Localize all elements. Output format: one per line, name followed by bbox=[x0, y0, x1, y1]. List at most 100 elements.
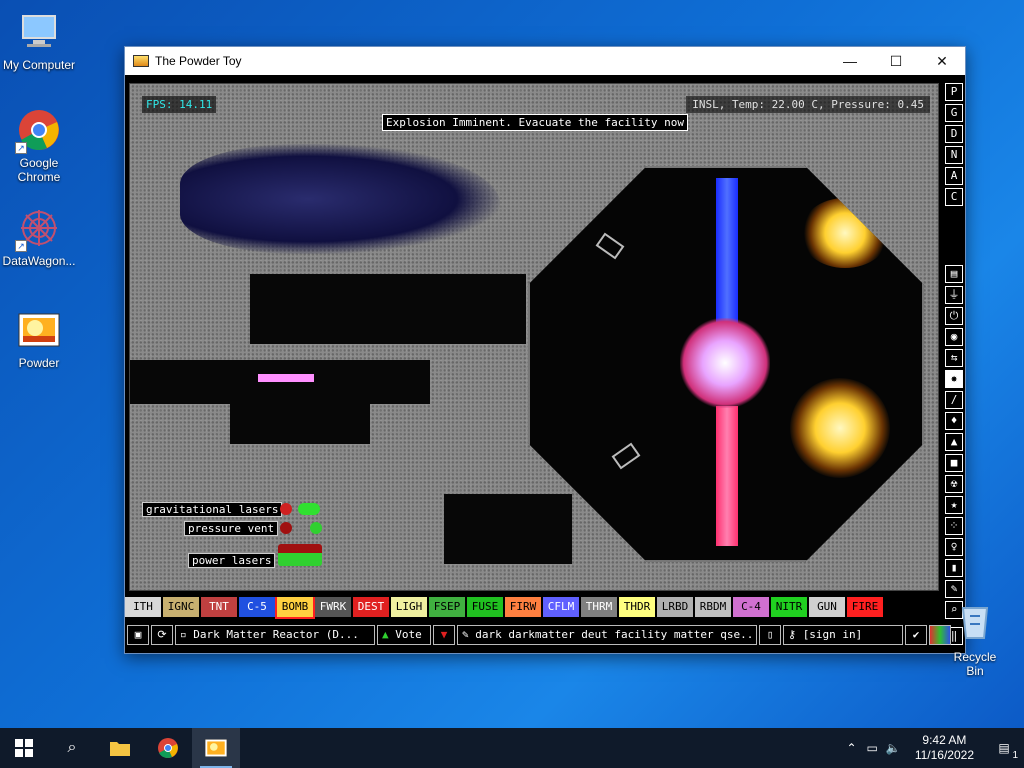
vent-lamp-green[interactable] bbox=[310, 522, 322, 534]
element-nitr[interactable]: NITR bbox=[771, 597, 807, 617]
save-file-icon: ▫ bbox=[180, 628, 194, 641]
tunnel-lower-room bbox=[230, 404, 370, 444]
element-ligh[interactable]: LIGH bbox=[391, 597, 427, 617]
console-button-c[interactable]: C bbox=[945, 188, 963, 206]
recycle-bin-label: Recycle Bin bbox=[953, 650, 997, 678]
pause-mode-button-p[interactable]: P bbox=[945, 83, 963, 101]
explosive-icon[interactable]: ✸ bbox=[945, 370, 963, 388]
minimize-button[interactable]: — bbox=[827, 47, 873, 75]
element-thdr[interactable]: THDR bbox=[619, 597, 655, 617]
life-icon[interactable]: ♀ bbox=[945, 538, 963, 556]
save-name-text: Dark Matter Reactor (D... bbox=[193, 628, 359, 641]
notification-count: 1 bbox=[1012, 750, 1018, 761]
label-gravitational-lasers[interactable]: gravitational lasers bbox=[142, 502, 283, 517]
element-fuse[interactable]: FUSE bbox=[467, 597, 503, 617]
element-tnt[interactable]: TNT bbox=[201, 597, 237, 617]
reload-icon[interactable]: ⟳ bbox=[151, 625, 173, 645]
desktop-icon-google-chrome[interactable]: ↗ Google Chrome bbox=[0, 108, 78, 184]
start-button[interactable] bbox=[0, 728, 48, 768]
desktop-icon-powder[interactable]: Powder bbox=[0, 308, 78, 370]
radioactive-icon[interactable]: ☢ bbox=[945, 475, 963, 493]
special-icon[interactable]: ★ bbox=[945, 496, 963, 514]
taskbar-file-explorer[interactable] bbox=[96, 728, 144, 768]
open-save-icon[interactable]: ▣ bbox=[127, 625, 149, 645]
volume-icon[interactable]: 🔈 bbox=[886, 741, 901, 755]
ambient-button-a[interactable]: A bbox=[945, 167, 963, 185]
warning-sign[interactable]: Explosion Imminent. Evacuate the facilit… bbox=[382, 114, 689, 131]
label-power-lasers[interactable]: power lasers bbox=[188, 553, 276, 568]
switch-lamp-red[interactable] bbox=[280, 503, 292, 515]
search-icon: ⌕ bbox=[67, 739, 77, 756]
powder-icon bbox=[204, 739, 228, 757]
particle-icon[interactable]: ⁘ bbox=[945, 517, 963, 535]
element-c-4[interactable]: C-4 bbox=[733, 597, 769, 617]
element-cflm[interactable]: CFLM bbox=[543, 597, 579, 617]
close-button[interactable]: ✕ bbox=[919, 47, 965, 75]
desktop-icon-datawagon[interactable]: ↗ DataWagon... bbox=[0, 206, 78, 268]
sign-in-button[interactable]: ⚷ [sign in] bbox=[783, 625, 903, 645]
datawagon-icon: ↗ bbox=[15, 206, 61, 252]
simulation-canvas[interactable]: FPS: 14.11 INSL, Temp: 22.00 C, Pressure… bbox=[129, 83, 939, 591]
desktop-icon-label: Powder bbox=[18, 356, 60, 370]
switch-lamp-green[interactable] bbox=[298, 503, 320, 515]
power-icon[interactable]: ⏻ bbox=[945, 307, 963, 325]
element-bomb[interactable]: BOMB bbox=[275, 597, 315, 619]
notification-icon: ▤ bbox=[998, 741, 1010, 755]
tunnel-corridor bbox=[130, 360, 430, 404]
title-bar[interactable]: The Powder Toy — ☐ ✕ bbox=[125, 47, 965, 75]
label-pressure-vent[interactable]: pressure vent bbox=[184, 521, 279, 536]
element-gun[interactable]: GUN bbox=[809, 597, 845, 617]
element-lrbd[interactable]: LRBD bbox=[657, 597, 693, 617]
electronics-icon[interactable]: ⏚ bbox=[945, 286, 963, 304]
thumb-up-icon: ▲ bbox=[382, 628, 396, 641]
solid-icon[interactable]: ■ bbox=[945, 454, 963, 472]
vote-down-button[interactable]: ▼ bbox=[433, 625, 455, 645]
power-lamp-bank[interactable] bbox=[278, 544, 322, 566]
sensor-icon[interactable]: ◉ bbox=[945, 328, 963, 346]
element-fwrk[interactable]: FWRK bbox=[315, 597, 351, 617]
maximize-button[interactable]: ☐ bbox=[873, 47, 919, 75]
element-firw[interactable]: FIRW bbox=[505, 597, 541, 617]
element-c-5[interactable]: C-5 bbox=[239, 597, 275, 617]
powder-icon[interactable]: ▲ bbox=[945, 433, 963, 451]
element-fsep[interactable]: FSEP bbox=[429, 597, 465, 617]
lower-beam bbox=[716, 406, 738, 546]
save-name-button[interactable]: ▫ Dark Matter Reactor (D... bbox=[175, 625, 375, 645]
right-toolbar: P G D N A C ▤ ⏚ ⏻ ◉ ⇆ ✸ ∕ ♦ ▲ ■ ☢ ★ ⁘ ♀ … bbox=[945, 83, 963, 648]
tools-icon[interactable]: ✎ bbox=[945, 580, 963, 598]
element-fire[interactable]: FIRE bbox=[847, 597, 883, 617]
game-area: FPS: 14.11 INSL, Temp: 22.00 C, Pressure… bbox=[125, 75, 965, 653]
gravity-button-g[interactable]: G bbox=[945, 104, 963, 122]
tags-button[interactable]: ✎ dark darkmatter deut facility matter q… bbox=[457, 625, 757, 645]
taskbar-chrome[interactable] bbox=[144, 728, 192, 768]
search-button[interactable]: ⌕ bbox=[48, 728, 96, 768]
vote-text: Vote bbox=[395, 628, 422, 641]
desktop-icon-recycle-bin[interactable]: Recycle Bin bbox=[944, 600, 1006, 678]
clear-sim-icon[interactable]: ▯ bbox=[759, 625, 781, 645]
desktop-icon-my-computer[interactable]: My Computer bbox=[0, 10, 78, 72]
wall-icon[interactable]: ▤ bbox=[945, 265, 963, 283]
element-ignc[interactable]: IGNC bbox=[163, 597, 199, 617]
upper-beam bbox=[716, 178, 738, 328]
sign-in-text: [sign in] bbox=[802, 628, 863, 641]
notification-center[interactable]: ▤ 1 bbox=[984, 741, 1024, 761]
clock[interactable]: 9:42 AM 11/16/2022 bbox=[915, 733, 974, 763]
app-icon bbox=[133, 55, 149, 67]
element-dest[interactable]: DEST bbox=[353, 597, 389, 617]
network-icon[interactable]: ▭ bbox=[867, 741, 878, 755]
newtonian-button-n[interactable]: N bbox=[945, 146, 963, 164]
vote-up-button[interactable]: ▲ Vote bbox=[377, 625, 431, 645]
settings-icon[interactable]: ✔ bbox=[905, 625, 927, 645]
reactor-core bbox=[680, 318, 770, 408]
gas-icon[interactable]: ∕ bbox=[945, 391, 963, 409]
force-icon[interactable]: ⇆ bbox=[945, 349, 963, 367]
liquid-icon[interactable]: ♦ bbox=[945, 412, 963, 430]
element-ith[interactable]: ITH bbox=[125, 597, 161, 617]
chevron-up-icon[interactable]: ⌃ bbox=[846, 741, 856, 755]
decoration-button-d[interactable]: D bbox=[945, 125, 963, 143]
element-thrm[interactable]: THRM bbox=[581, 597, 617, 617]
favourite-icon[interactable]: ▮ bbox=[945, 559, 963, 577]
vent-lamp-red[interactable] bbox=[280, 522, 292, 534]
taskbar-powder-toy[interactable] bbox=[192, 728, 240, 768]
element-rbdm[interactable]: RBDM bbox=[695, 597, 731, 617]
